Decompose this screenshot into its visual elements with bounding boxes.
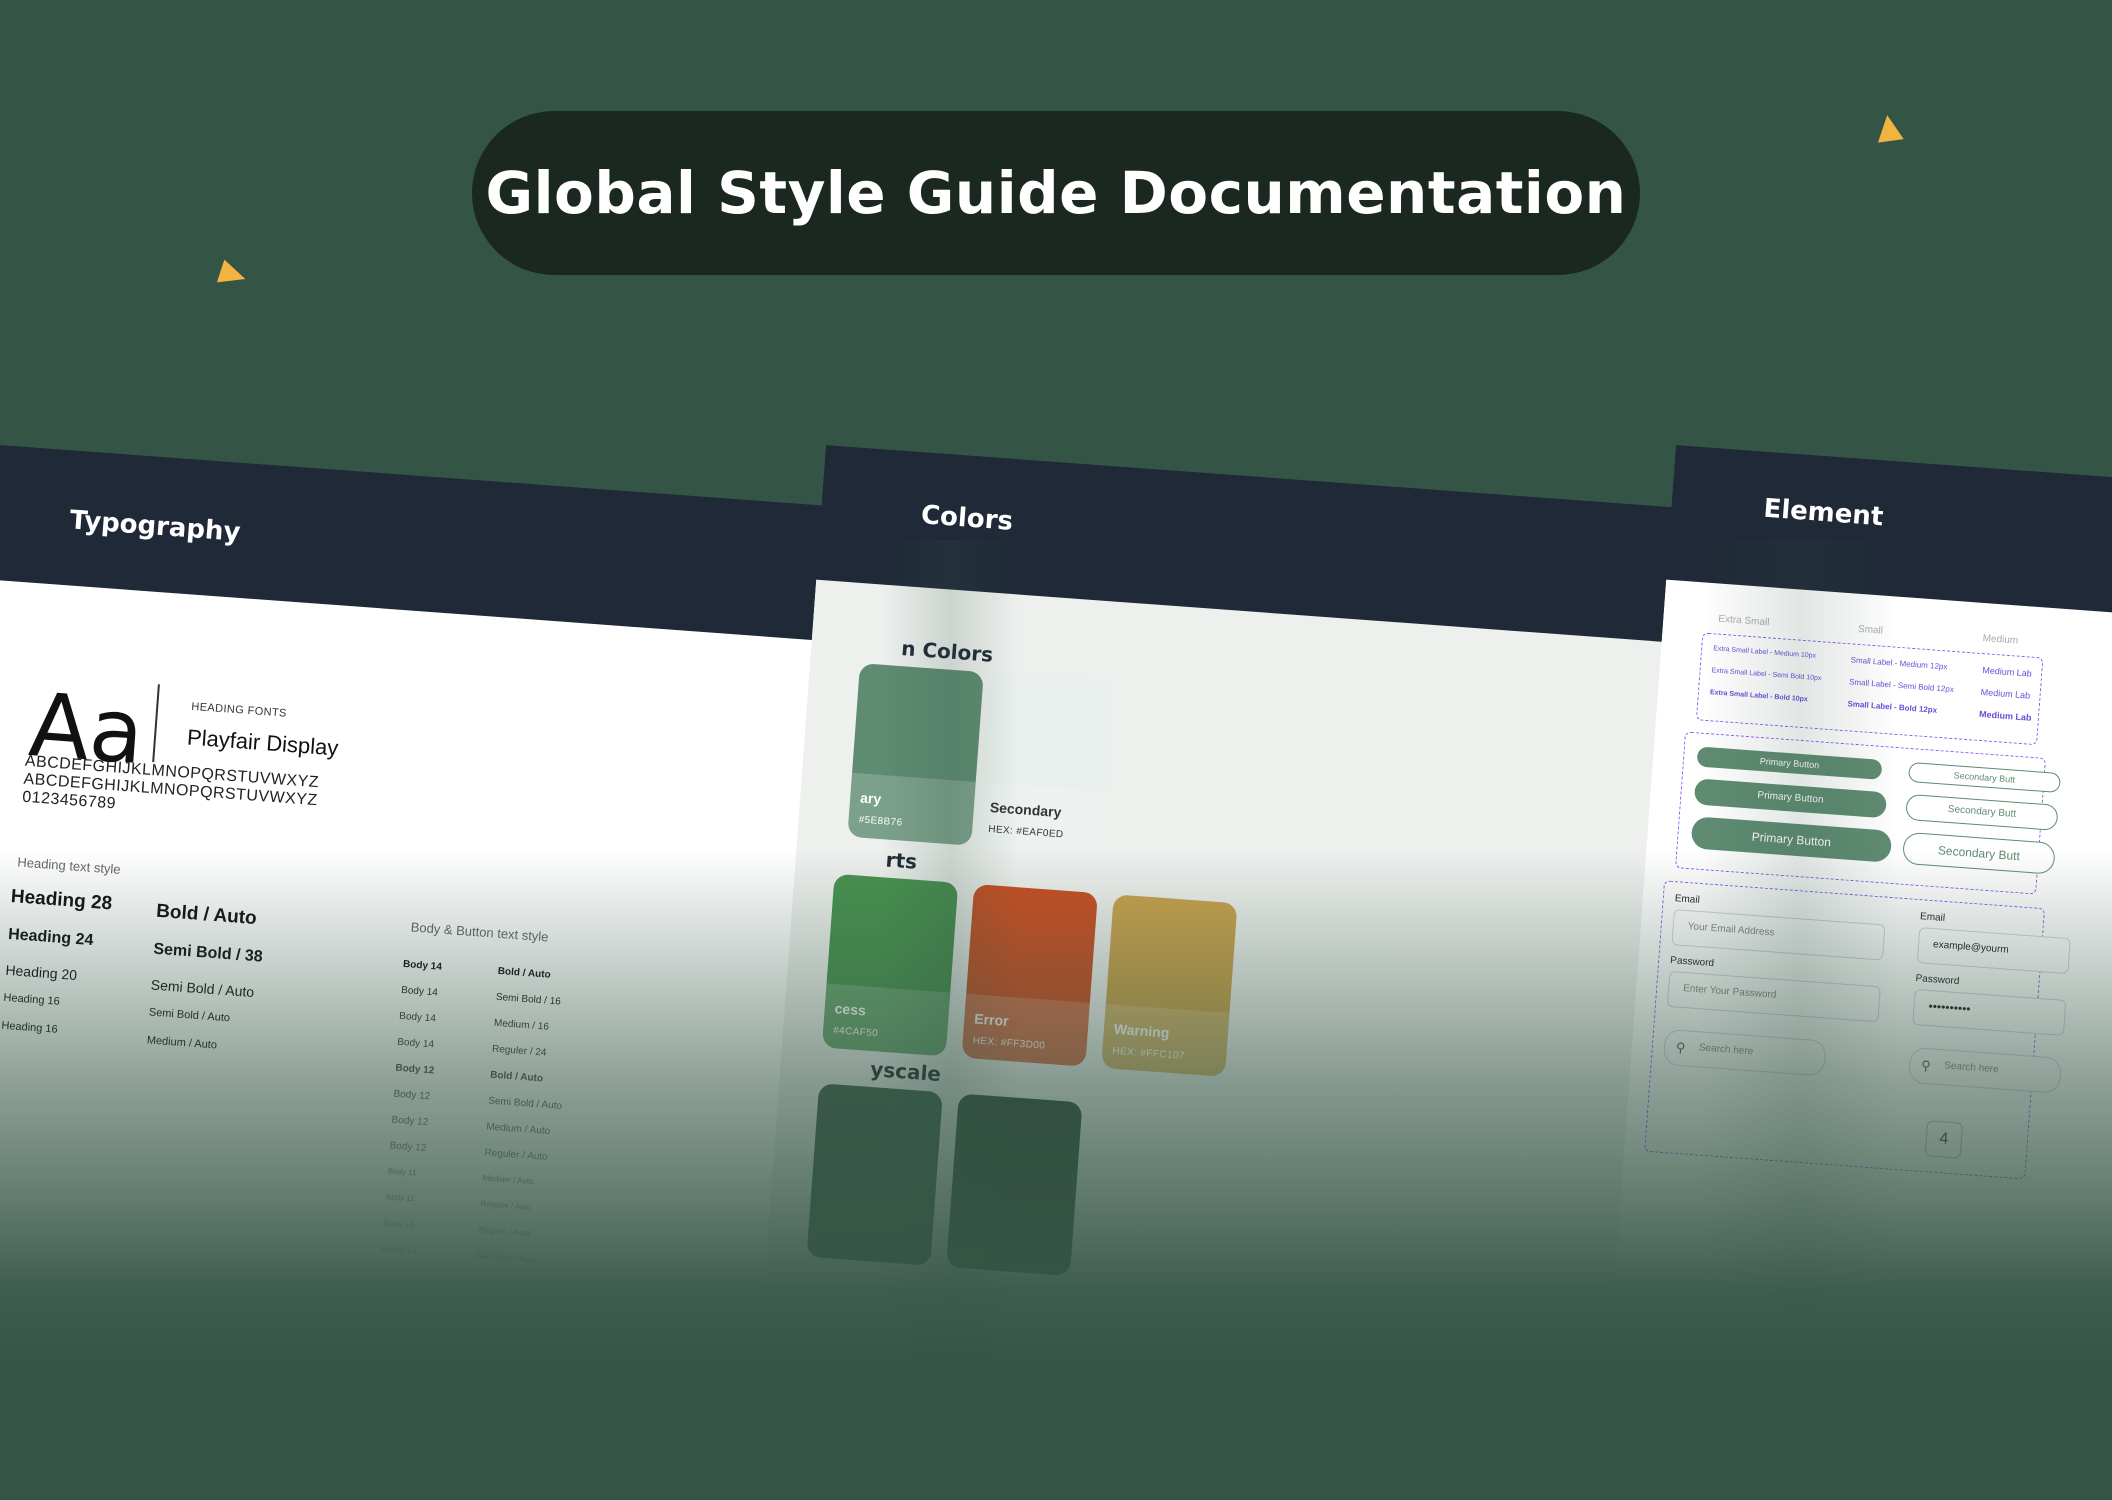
body-sample: Body 12 <box>393 1088 431 1103</box>
heading-sample: Heading 16 <box>1 1019 59 1036</box>
typography-title: Typography <box>68 505 242 548</box>
body-sample: Body 14 <box>400 984 439 999</box>
alerts-heading: rts <box>884 847 918 874</box>
email-label: Email <box>1674 893 1701 906</box>
email-label: Email <box>1919 911 1946 924</box>
body-weight: Reguler / Auto <box>480 1199 532 1212</box>
heading-caption: Heading text style <box>16 854 122 877</box>
color-swatch <box>946 1093 1083 1277</box>
size-label: Extra Small <box>1717 613 1770 629</box>
heading-weight: Bold / Auto <box>155 900 258 930</box>
body-sample: Body 12 <box>395 1062 435 1077</box>
element-body: Extra Small Small Medium Extra Small Lab… <box>1604 579 2112 1468</box>
body-sample: Button 14 <box>381 1244 417 1256</box>
body-weight: Medium / Auto <box>485 1121 551 1138</box>
email-placeholder: Your Email Address <box>1687 921 1775 939</box>
body-sample: Body 14 <box>396 1036 435 1051</box>
colors-title: Colors <box>920 500 1014 537</box>
password-placeholder: Enter Your Password <box>1682 983 1777 1001</box>
body-weight: Medium / 16 <box>493 1017 550 1033</box>
size-label: Small <box>1857 623 1884 637</box>
swatch-name: Error <box>973 1010 1010 1029</box>
heading-sample: Heading 20 <box>4 961 78 984</box>
triangle-decoration <box>1874 113 1904 143</box>
greyscale-heading: yscale <box>869 1056 942 1087</box>
color-swatch: cess #4CAF50 <box>821 873 959 1057</box>
heading-weight: Semi Bold / Auto <box>148 1006 231 1025</box>
page-title: Global Style Guide Documentation <box>472 111 1640 275</box>
font-name: Playfair Display <box>186 724 340 761</box>
password-value: •••••••••• <box>1928 999 1972 1017</box>
body-weight: Reguler / Auto <box>478 1225 530 1238</box>
font-caption: HEADING FONTS <box>190 700 288 720</box>
element-panel: Element Extra Small Small Medium Extra S… <box>1604 445 2112 1468</box>
size-label: Medium <box>1982 632 2019 647</box>
body-sample: Body 11 <box>385 1192 415 1204</box>
search-placeholder: Search here <box>1943 1060 1999 1076</box>
swatch-footer <box>821 983 951 1057</box>
body-sample: Body 12 <box>391 1114 429 1129</box>
heading-weight: Semi Bold / 38 <box>152 940 264 966</box>
counter-box[interactable]: 4 <box>1924 1120 1964 1159</box>
body-weight: Reguler / Auto <box>484 1147 549 1164</box>
swatch-name: cess <box>834 1000 867 1019</box>
search-icon: ⚲ <box>1675 1039 1686 1056</box>
heading-sample: Heading 24 <box>7 925 94 950</box>
swatch-footer <box>961 993 1090 1067</box>
main-colors-heading: n Colors <box>900 636 994 667</box>
body-sample: Body 14 <box>402 958 443 973</box>
heading-weight: Medium / Auto <box>146 1034 218 1052</box>
body-weight: Medium / Auto <box>482 1173 534 1187</box>
color-swatch <box>806 1083 943 1266</box>
color-swatch: Error HEX: #FF3D00 <box>961 884 1098 1067</box>
body-sample: Body 12 <box>389 1140 427 1155</box>
divider <box>152 684 160 763</box>
heading-weight: Semi Bold / Auto <box>150 976 255 1001</box>
body-weight: Semi Bold / Auto <box>487 1095 563 1112</box>
body-sample: Body 11 <box>387 1166 417 1178</box>
email-value: example@yourm <box>1932 939 2010 956</box>
element-title: Element <box>1762 493 1885 533</box>
swatch-footer <box>847 772 976 846</box>
search-placeholder: Search here <box>1698 1042 1754 1058</box>
heading-sample: Heading 28 <box>10 886 113 915</box>
body-weight: Bold / Auto <box>489 1069 544 1085</box>
color-swatch: ary #5E8B76 <box>847 663 984 846</box>
color-swatch: Secondary HEX: #EAF0ED <box>977 672 1114 856</box>
search-icon: ⚲ <box>1920 1057 1932 1074</box>
body-sample: Body 14 <box>398 1010 437 1025</box>
body-weight: Semi Bold / 16 <box>495 991 562 1008</box>
heading-sample: Heading 16 <box>3 991 61 1008</box>
body-caption: Body & Button text style <box>410 919 550 945</box>
body-weight: Bold / Auto <box>497 965 552 981</box>
color-swatch: Warning HEX: #FFC107 <box>1101 894 1238 1077</box>
swatch-name: ary <box>859 789 882 807</box>
triangle-decoration <box>216 259 250 291</box>
body-weight: Semi Bold / Auto <box>476 1251 537 1265</box>
body-sample: Body 10 <box>383 1218 414 1230</box>
body-weight: Reguler / 24 <box>491 1043 547 1059</box>
